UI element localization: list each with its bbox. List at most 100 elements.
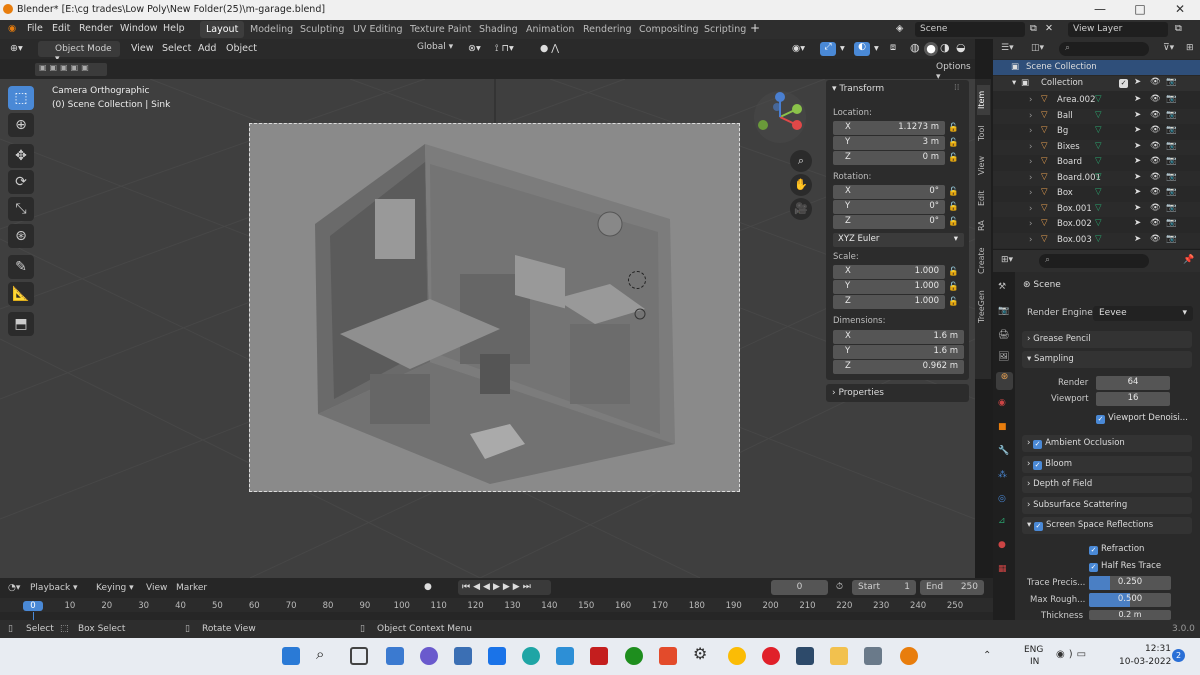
tab-texture-paint[interactable]: Texture Paint bbox=[404, 21, 477, 38]
outliner-collection[interactable]: ▾ ▣ Collection ✓ ➤ 👁 📷 bbox=[993, 76, 1200, 91]
camera-icon[interactable]: 📷 bbox=[1166, 218, 1177, 228]
output-tab-icon[interactable]: 🖨 bbox=[998, 330, 1009, 340]
menu-edit[interactable]: Edit bbox=[52, 23, 70, 34]
outliner-item[interactable]: › ▽ Board ▽ ➤ 👁 📷 bbox=[993, 155, 1200, 170]
chat-icon[interactable] bbox=[420, 647, 438, 665]
particles-tab-icon[interactable]: ⁂ bbox=[998, 470, 1007, 480]
rotation-x-field[interactable]: X 0° bbox=[833, 185, 945, 199]
tab-modeling[interactable]: Modeling bbox=[244, 21, 299, 38]
select-arrow-icon[interactable]: ➤ bbox=[1134, 125, 1141, 135]
eye-icon[interactable]: 👁 bbox=[1150, 172, 1161, 182]
shading-material-icon[interactable]: ◑ bbox=[940, 41, 950, 54]
properties-search-input[interactable]: ⌕ bbox=[1039, 254, 1149, 268]
lock-icon[interactable]: 🔓 bbox=[948, 202, 959, 212]
tab-shading[interactable]: Shading bbox=[473, 21, 524, 38]
filter-icon[interactable]: ⊽▾ bbox=[1163, 43, 1174, 53]
expand-icon[interactable]: › bbox=[1029, 142, 1032, 152]
texture-tab-icon[interactable]: ▦ bbox=[998, 564, 1007, 574]
eye-icon[interactable]: 👁 bbox=[1150, 141, 1161, 151]
rotation-y-field[interactable]: Y 0° bbox=[833, 200, 945, 214]
timeline-editor-icon[interactable]: ◔▾ bbox=[8, 583, 20, 593]
dimensions-x-field[interactable]: X 1.6 m bbox=[833, 330, 964, 344]
outliner-item[interactable]: › ▽ Ball ▽ ➤ 👁 📷 bbox=[993, 108, 1200, 124]
tray-chevron-icon[interactable]: ⌃ bbox=[983, 650, 991, 661]
scale-x-field[interactable]: X 1.000 bbox=[833, 265, 945, 279]
eye-icon[interactable]: 👁 bbox=[1150, 218, 1161, 228]
search-icon[interactable]: ⌕ bbox=[316, 645, 334, 663]
world-tab-icon[interactable]: ◉ bbox=[998, 398, 1006, 408]
pin-icon[interactable]: 📌 bbox=[1183, 255, 1194, 265]
playback-controls[interactable]: ⏮◀◀▶▶▶⏭ bbox=[458, 580, 551, 595]
physics-tab-icon[interactable]: ◎ bbox=[998, 494, 1006, 504]
eye-icon[interactable]: 👁 bbox=[1150, 203, 1161, 213]
select-arrow-icon[interactable]: ➤ bbox=[1134, 218, 1141, 228]
eye-icon[interactable]: 👁 bbox=[1150, 187, 1161, 197]
settings-gear-icon[interactable]: ⚙ bbox=[693, 644, 711, 663]
tab-treegen[interactable]: TreeGen bbox=[977, 285, 990, 329]
outliner-search-input[interactable]: ⌕ bbox=[1059, 42, 1149, 56]
overlays-dropdown-icon[interactable]: ▾ bbox=[874, 43, 879, 54]
camera-icon[interactable]: 📷 bbox=[1166, 234, 1177, 244]
clock-icon[interactable]: ⏱ bbox=[836, 582, 843, 592]
camera-icon[interactable]: 📷 bbox=[1166, 203, 1177, 213]
camera-icon[interactable]: 📷 bbox=[1166, 187, 1177, 197]
expand-icon[interactable]: ▾ bbox=[1012, 78, 1016, 88]
minimize-button[interactable]: — bbox=[1080, 2, 1120, 16]
end-frame-field[interactable]: End 250 bbox=[920, 580, 984, 595]
viewport-menu-add[interactable]: Add bbox=[198, 43, 216, 54]
eye-icon[interactable]: 👁 bbox=[1150, 77, 1161, 87]
delete-scene-icon[interactable]: ✕ bbox=[1045, 23, 1053, 34]
tab-item[interactable]: Item bbox=[977, 85, 990, 115]
file-explorer-icon[interactable] bbox=[830, 647, 848, 665]
camera-icon[interactable]: 📷 bbox=[1166, 172, 1177, 182]
expand-icon[interactable]: › bbox=[1029, 157, 1032, 167]
select-arrow-icon[interactable]: ➤ bbox=[1134, 172, 1141, 182]
expand-icon[interactable]: › bbox=[1029, 188, 1032, 198]
constraints-tab-icon[interactable]: ⊿ bbox=[998, 516, 1006, 526]
eye-icon[interactable]: 👁 bbox=[1150, 156, 1161, 166]
bloom-section[interactable]: › ✓ Bloom bbox=[1022, 456, 1192, 473]
properties-panel-header[interactable]: › Properties bbox=[826, 384, 969, 402]
windows-start-icon[interactable] bbox=[282, 647, 300, 665]
timeline-marker-menu[interactable]: Marker bbox=[176, 583, 207, 593]
select-arrow-icon[interactable]: ➤ bbox=[1134, 77, 1141, 87]
select-arrow-icon[interactable]: ➤ bbox=[1134, 203, 1141, 213]
proportional-edit-icon[interactable]: ● ⋀ bbox=[540, 43, 559, 54]
tray-icons[interactable]: ◉)▭ bbox=[1056, 649, 1090, 660]
eye-icon[interactable]: 👁 bbox=[1150, 94, 1161, 104]
tab-layout[interactable]: Layout bbox=[200, 21, 245, 38]
viewport-menu-view[interactable]: View bbox=[131, 43, 154, 54]
lock-icon[interactable]: 🔓 bbox=[948, 217, 959, 227]
xbox-icon[interactable] bbox=[625, 647, 643, 665]
tab-compositing[interactable]: Compositing bbox=[633, 21, 705, 38]
maximize-button[interactable]: □ bbox=[1120, 2, 1160, 16]
select-arrow-icon[interactable]: ➤ bbox=[1134, 156, 1141, 166]
language-indicator[interactable]: ENG bbox=[1024, 645, 1043, 655]
ssr-section[interactable]: ▾ ✓ Screen Space Reflections bbox=[1022, 517, 1192, 534]
menu-file[interactable]: File bbox=[27, 23, 43, 34]
camera-icon[interactable]: 📷 bbox=[1166, 94, 1177, 104]
clock-time[interactable]: 12:31 bbox=[1145, 644, 1171, 654]
select-arrow-icon[interactable]: ➤ bbox=[1134, 94, 1141, 104]
location-x-field[interactable]: X 1.1273 m bbox=[833, 121, 945, 135]
zoom-icon[interactable]: ⌕ bbox=[790, 150, 812, 172]
view-layer-icon[interactable]: ⧉ bbox=[1175, 23, 1182, 34]
viewport-denoise-checkbox[interactable]: ✓ Viewport Denoisi... bbox=[1096, 413, 1188, 424]
tab-scripting[interactable]: Scripting bbox=[698, 21, 752, 38]
expand-icon[interactable]: › bbox=[1029, 111, 1032, 121]
timeline-playback-menu[interactable]: Playback ▾ bbox=[30, 583, 78, 593]
object-mode-dropdown[interactable]: Object Mode ▾ bbox=[38, 41, 120, 64]
expand-icon[interactable]: › bbox=[1029, 219, 1032, 229]
office-icon[interactable] bbox=[659, 647, 677, 665]
chrome-icon[interactable] bbox=[728, 647, 746, 665]
scene-selector[interactable]: Scene bbox=[915, 22, 1025, 37]
lock-icon[interactable]: 🔓 bbox=[948, 138, 959, 148]
overlays-toggle-icon[interactable]: ◐ bbox=[854, 42, 870, 56]
gizmo-dropdown-icon[interactable]: ▾ bbox=[840, 43, 845, 54]
shading-rendered-icon[interactable]: ◒ bbox=[956, 41, 966, 54]
lock-icon[interactable]: 🔓 bbox=[948, 153, 959, 163]
tab-rendering[interactable]: Rendering bbox=[577, 21, 638, 38]
max-roughness-slider[interactable]: 0.500 bbox=[1089, 593, 1171, 607]
camera-icon[interactable]: 📷 bbox=[1166, 156, 1177, 166]
outliner-item[interactable]: › ▽ Area.002 ▽ ➤ 👁 📷 bbox=[993, 93, 1200, 108]
